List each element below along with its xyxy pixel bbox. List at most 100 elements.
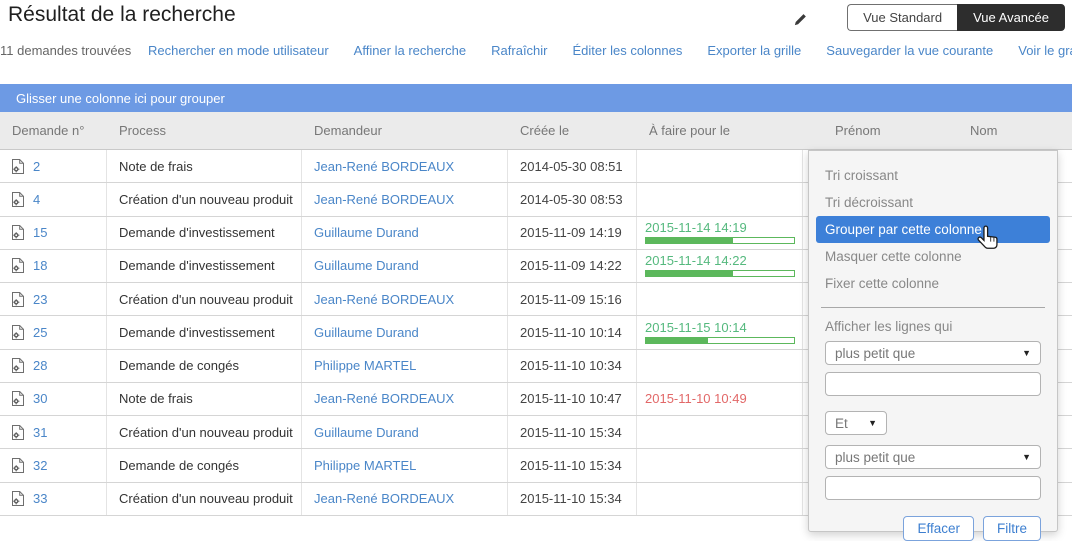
group-drop-zone[interactable]: Glisser une colonne ici pour grouper — [0, 84, 1072, 112]
filter-value-2-input[interactable] — [825, 476, 1041, 500]
column-header-demande[interactable]: Demande n° — [0, 123, 107, 138]
created-date-cell: 2015-11-10 15:34 — [508, 483, 637, 515]
process-document-icon — [10, 457, 26, 474]
column-header-creee-le[interactable]: Créée le — [508, 123, 637, 138]
deadline-progress-bar — [645, 270, 795, 277]
due-date-cell: 2015-11-14 14:22 — [637, 250, 803, 282]
created-date-cell: 2015-11-10 15:34 — [508, 449, 637, 481]
column-header-demandeur[interactable]: Demandeur — [302, 123, 508, 138]
filter-condition-2-select[interactable]: plus petit que ▼ — [825, 445, 1041, 469]
process-document-icon — [10, 424, 26, 441]
toolbar-link[interactable]: Rechercher en mode utilisateur — [148, 43, 329, 58]
due-date-text: 2015-11-15 10:14 — [645, 321, 747, 335]
created-date-cell: 2014-05-30 08:53 — [508, 183, 637, 215]
process-cell: Note de frais — [107, 383, 302, 415]
column-header-nom[interactable]: Nom — [958, 123, 1072, 138]
menu-item[interactable]: Fixer cette colonne — [809, 270, 1057, 297]
requester-link[interactable]: Jean-René BORDEAUX — [314, 292, 454, 307]
created-date-cell: 2015-11-09 15:16 — [508, 283, 637, 315]
deadline-progress-fill — [646, 238, 733, 243]
apply-filter-button[interactable]: Filtre — [983, 516, 1041, 541]
process-cell: Note de frais — [107, 150, 302, 182]
requester-link[interactable]: Guillaume Durand — [314, 258, 419, 273]
created-date-cell: 2015-11-09 14:19 — [508, 217, 637, 249]
menu-item[interactable]: Tri croissant — [809, 162, 1057, 189]
column-header-a-faire[interactable]: À faire pour le — [637, 123, 803, 138]
requester-link[interactable]: Guillaume Durand — [314, 425, 419, 440]
column-header-process[interactable]: Process — [107, 123, 302, 138]
request-id-link[interactable]: 30 — [33, 391, 47, 406]
request-id-link[interactable]: 28 — [33, 358, 47, 373]
toolbar-link[interactable]: Voir le graphique — [1018, 43, 1072, 58]
created-date-cell: 2015-11-10 10:34 — [508, 350, 637, 382]
process-cell: Création d'un nouveau produit — [107, 183, 302, 215]
request-id-link[interactable]: 18 — [33, 258, 47, 273]
vue-avancee-button[interactable]: Vue Avancée — [957, 4, 1065, 31]
page-title: Résultat de la recherche — [8, 3, 236, 27]
column-header-prenom[interactable]: Prénom — [803, 123, 958, 138]
column-context-menu: Tri croissantTri décroissantGrouper par … — [808, 150, 1058, 532]
due-date-cell: 2015-11-15 10:14 — [637, 316, 803, 348]
toolbar-link[interactable]: Rafraîchir — [491, 43, 547, 58]
request-id-link[interactable]: 25 — [33, 325, 47, 340]
filter-label: Afficher les lignes qui — [825, 319, 1041, 334]
created-date-cell: 2015-11-09 14:22 — [508, 250, 637, 282]
request-id-link[interactable]: 4 — [33, 192, 40, 207]
request-id-link[interactable]: 31 — [33, 425, 47, 440]
chevron-down-icon: ▼ — [868, 418, 877, 428]
request-id-link[interactable]: 15 — [33, 225, 47, 240]
menu-item[interactable]: Masquer cette colonne — [809, 243, 1057, 270]
process-document-icon — [10, 324, 26, 341]
due-date-cell — [637, 449, 803, 481]
filter-condition-2-value: plus petit que — [835, 450, 915, 465]
toolbar-link[interactable]: Affiner la recherche — [354, 43, 467, 58]
toolbar-link[interactable]: Sauvegarder la vue courante — [826, 43, 993, 58]
request-id-link[interactable]: 32 — [33, 458, 47, 473]
request-id-link[interactable]: 33 — [33, 491, 47, 506]
due-date-cell: 2015-11-10 10:49 — [637, 383, 803, 415]
due-date-cell — [637, 350, 803, 382]
due-date-text: 2015-11-10 10:49 — [645, 392, 747, 406]
menu-item[interactable]: Grouper par cette colonne — [816, 216, 1050, 243]
created-date-cell: 2014-05-30 08:51 — [508, 150, 637, 182]
created-date-cell: 2015-11-10 15:34 — [508, 416, 637, 448]
requester-link[interactable]: Philippe MARTEL — [314, 458, 416, 473]
toolbar-link[interactable]: Exporter la grille — [707, 43, 801, 58]
requester-link[interactable]: Guillaume Durand — [314, 325, 419, 340]
vue-standard-button[interactable]: Vue Standard — [847, 4, 957, 31]
pencil-icon[interactable] — [793, 12, 808, 32]
toolbar-links: Rechercher en mode utilisateur Affiner la… — [148, 43, 1072, 58]
deadline-progress-fill — [646, 271, 733, 276]
due-date-cell — [637, 416, 803, 448]
requester-link[interactable]: Jean-René BORDEAUX — [314, 391, 454, 406]
view-toggle: Vue Standard Vue Avancée — [847, 4, 1065, 31]
created-date-cell: 2015-11-10 10:14 — [508, 316, 637, 348]
filter-section: Afficher les lignes qui plus petit que ▼… — [809, 308, 1057, 541]
due-date-cell: 2015-11-14 14:19 — [637, 217, 803, 249]
deadline-progress-bar — [645, 237, 795, 244]
filter-value-1-input[interactable] — [825, 372, 1041, 396]
filter-join-operator-select[interactable]: Et ▼ — [825, 411, 887, 435]
requester-link[interactable]: Jean-René BORDEAUX — [314, 192, 454, 207]
process-cell: Demande d'investissement — [107, 250, 302, 282]
deadline-progress-bar — [645, 337, 795, 344]
requester-link[interactable]: Jean-René BORDEAUX — [314, 491, 454, 506]
filter-condition-1-select[interactable]: plus petit que ▼ — [825, 341, 1041, 365]
due-date-cell — [637, 483, 803, 515]
requester-link[interactable]: Guillaume Durand — [314, 225, 419, 240]
process-document-icon — [10, 191, 26, 208]
process-cell: Demande d'investissement — [107, 217, 302, 249]
menu-item[interactable]: Tri décroissant — [809, 189, 1057, 216]
hand-pointer-cursor — [976, 224, 1002, 259]
deadline-progress-fill — [646, 338, 708, 343]
process-cell: Demande de congés — [107, 449, 302, 481]
request-id-link[interactable]: 23 — [33, 292, 47, 307]
clear-filter-button[interactable]: Effacer — [903, 516, 974, 541]
requester-link[interactable]: Philippe MARTEL — [314, 358, 416, 373]
request-id-link[interactable]: 2 — [33, 159, 40, 174]
process-document-icon — [10, 257, 26, 274]
process-cell: Demande de congés — [107, 350, 302, 382]
requester-link[interactable]: Jean-René BORDEAUX — [314, 159, 454, 174]
created-date-cell: 2015-11-10 10:47 — [508, 383, 637, 415]
toolbar-link[interactable]: Éditer les colonnes — [573, 43, 683, 58]
